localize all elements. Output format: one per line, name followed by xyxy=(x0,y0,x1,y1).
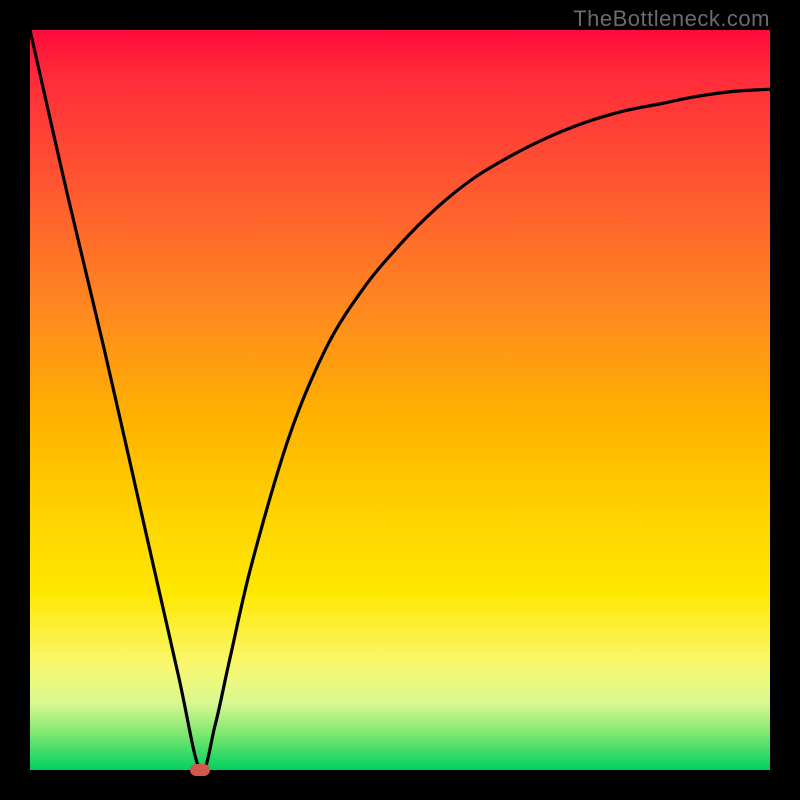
plot-area xyxy=(30,30,770,770)
chart-frame: TheBottleneck.com xyxy=(0,0,800,800)
minimum-marker xyxy=(190,764,210,776)
bottleneck-curve xyxy=(30,30,770,770)
credit-text: TheBottleneck.com xyxy=(573,6,770,32)
